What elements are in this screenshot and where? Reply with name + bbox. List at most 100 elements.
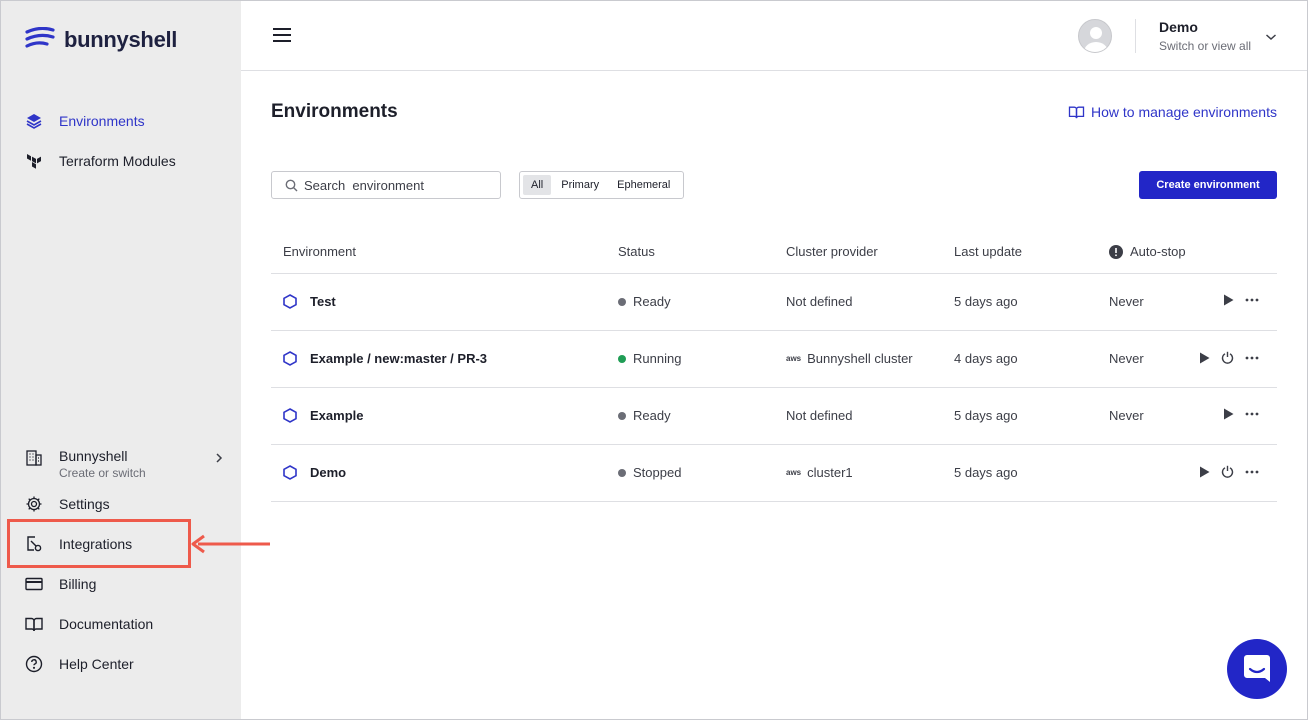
more-options-icon[interactable]	[1245, 298, 1259, 302]
column-header-environment[interactable]: Environment	[283, 244, 356, 259]
play-icon[interactable]	[1199, 352, 1210, 364]
search-icon	[285, 179, 298, 192]
sidebar-item-help-center[interactable]: Help Center	[1, 644, 241, 684]
create-environment-button[interactable]: Create environment	[1139, 171, 1277, 199]
annotation-arrow-icon	[191, 534, 270, 554]
topbar-divider	[1135, 19, 1136, 53]
aws-icon: aws	[786, 353, 802, 363]
filter-ephemeral[interactable]: Ephemeral	[609, 175, 678, 195]
chevron-right-icon	[214, 451, 224, 469]
aws-icon: aws	[786, 467, 802, 477]
cluster-provider: aws cluster1	[786, 465, 853, 480]
sidebar-item-label: Settings	[59, 496, 110, 512]
play-icon[interactable]	[1223, 408, 1234, 420]
auto-stop-value: Never	[1109, 351, 1144, 366]
column-header-last-update[interactable]: Last update	[954, 244, 1022, 259]
chat-launcher-button[interactable]	[1227, 639, 1287, 699]
org-subtitle: Create or switch	[59, 466, 146, 480]
auto-stop-value: Never	[1109, 294, 1144, 309]
filter-all[interactable]: All	[523, 175, 552, 195]
filter-primary[interactable]: Primary	[553, 175, 607, 195]
brand-name: bunnyshell	[64, 27, 178, 52]
last-update: 5 days ago	[954, 408, 1018, 423]
how-to-manage-link[interactable]: How to manage environments	[1068, 104, 1277, 120]
user-subtitle[interactable]: Switch or view all	[1159, 39, 1251, 53]
org-name: Bunnyshell	[59, 448, 128, 464]
last-update: 5 days ago	[954, 294, 1018, 309]
sidebar-item-label: Environments	[59, 113, 145, 129]
more-options-icon[interactable]	[1245, 412, 1259, 416]
sidebar-item-environments[interactable]: Environments	[1, 101, 241, 141]
sidebar-item-label: Documentation	[59, 616, 154, 632]
table-row[interactable]: Test Ready Not defined 5 days ago Never	[271, 274, 1277, 331]
row-actions	[1188, 465, 1259, 478]
user-name[interactable]: Demo	[1159, 19, 1198, 35]
sidebar-item-terraform-modules[interactable]: Terraform Modules	[1, 141, 241, 181]
avatar[interactable]	[1078, 19, 1112, 53]
power-icon[interactable]	[1221, 465, 1234, 478]
book-icon	[1068, 105, 1085, 119]
table-header: Environment Status Cluster provider Last…	[271, 232, 1277, 274]
table-row[interactable]: Example Ready Not defined 5 days ago Nev…	[271, 388, 1277, 445]
cluster-provider: Not defined	[786, 408, 853, 423]
page-title: Environments	[271, 101, 398, 122]
row-actions	[1212, 294, 1259, 306]
more-options-icon[interactable]	[1245, 356, 1259, 360]
status-badge: Ready	[618, 294, 671, 309]
search-input[interactable]	[304, 177, 484, 193]
last-update: 4 days ago	[954, 351, 1018, 366]
hexagon-icon	[283, 351, 297, 366]
building-icon	[24, 448, 44, 468]
org-switcher[interactable]: Bunnyshell Create or switch	[24, 447, 224, 487]
sidebar-item-documentation[interactable]: Documentation	[1, 604, 241, 644]
environment-name[interactable]: Test	[310, 294, 336, 309]
hexagon-icon	[283, 294, 297, 309]
layers-icon	[24, 111, 44, 131]
sidebar: bunnyshell Environments Terraform Module…	[1, 1, 241, 719]
environment-name[interactable]: Example	[310, 408, 363, 423]
status-badge: Ready	[618, 408, 671, 423]
menu-toggle-icon[interactable]	[273, 28, 291, 44]
topbar: Demo Switch or view all	[241, 1, 1307, 71]
question-icon	[24, 654, 44, 674]
hexagon-icon	[283, 408, 297, 423]
cluster-provider: Not defined	[786, 294, 853, 309]
row-actions	[1188, 351, 1259, 364]
chevron-down-icon[interactable]	[1265, 29, 1277, 47]
play-icon[interactable]	[1223, 294, 1234, 306]
environments-table: Environment Status Cluster provider Last…	[271, 232, 1277, 502]
table-row[interactable]: Demo Stopped aws cluster1 5 days ago	[271, 445, 1277, 502]
table-row[interactable]: Example / new:master / PR-3 Running aws B…	[271, 331, 1277, 388]
help-link-label: How to manage environments	[1091, 104, 1277, 120]
chat-icon	[1244, 655, 1270, 682]
hexagon-icon	[283, 465, 297, 480]
play-icon[interactable]	[1199, 466, 1210, 478]
environment-name[interactable]: Demo	[310, 465, 346, 480]
terraform-icon	[24, 151, 44, 171]
sidebar-item-label: Terraform Modules	[59, 153, 176, 169]
auto-stop-value: Never	[1109, 408, 1144, 423]
column-header-label: Auto-stop	[1130, 244, 1186, 259]
search-box[interactable]	[271, 171, 501, 199]
brand-logo[interactable]: bunnyshell	[25, 25, 177, 55]
info-icon	[1109, 244, 1123, 259]
sidebar-item-label: Billing	[59, 576, 97, 592]
status-badge: Stopped	[618, 465, 681, 480]
column-header-cluster-provider[interactable]: Cluster provider	[786, 244, 878, 259]
sidebar-item-label: Help Center	[59, 656, 134, 672]
credit-card-icon	[24, 574, 44, 594]
book-icon	[24, 614, 44, 634]
status-badge: Running	[618, 351, 681, 366]
integrations-highlight-box	[7, 519, 191, 568]
column-header-status[interactable]: Status	[618, 244, 655, 259]
bunnyshell-logo-icon	[25, 27, 55, 48]
environment-name[interactable]: Example / new:master / PR-3	[310, 351, 487, 366]
more-options-icon[interactable]	[1245, 470, 1259, 474]
row-actions	[1212, 408, 1259, 420]
sidebar-item-billing[interactable]: Billing	[1, 564, 241, 604]
power-icon[interactable]	[1221, 351, 1234, 364]
last-update: 5 days ago	[954, 465, 1018, 480]
column-header-auto-stop[interactable]: Auto-stop	[1109, 244, 1186, 259]
environment-type-filter: All Primary Ephemeral	[519, 171, 685, 199]
sidebar-item-settings[interactable]: Settings	[1, 484, 241, 524]
